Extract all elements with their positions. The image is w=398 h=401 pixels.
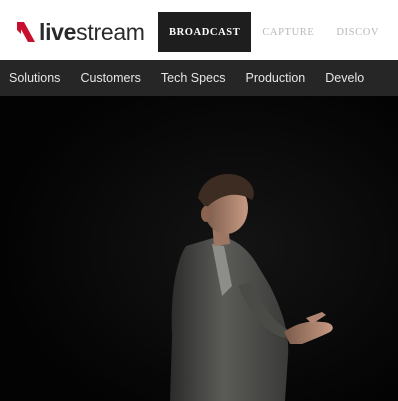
top-header: livestream BROADCAST CAPTURE DISCOV [0,0,398,60]
subnav-solutions[interactable]: Solutions [9,71,60,85]
brand-name-bold: live [39,18,77,45]
subnav-customers[interactable]: Customers [80,71,140,85]
tab-capture[interactable]: CAPTURE [251,12,325,52]
subnav-developers[interactable]: Develo [325,71,364,85]
brand-name-regular: stream [76,18,145,45]
livestream-logo[interactable]: livestream [16,18,145,46]
tab-discover[interactable]: DISCOV [325,12,390,52]
subnav-tech-specs[interactable]: Tech Specs [161,71,226,85]
brand-wordmark: livestream [39,18,145,45]
product-tabs: BROADCAST CAPTURE DISCOV [158,12,390,52]
tab-broadcast[interactable]: BROADCAST [158,12,252,52]
hero-image [0,96,398,401]
subnav-production[interactable]: Production [246,71,306,85]
secondary-nav: Solutions Customers Tech Specs Productio… [0,60,398,96]
livestream-logo-icon [17,22,35,42]
speaker-photo [0,96,398,401]
